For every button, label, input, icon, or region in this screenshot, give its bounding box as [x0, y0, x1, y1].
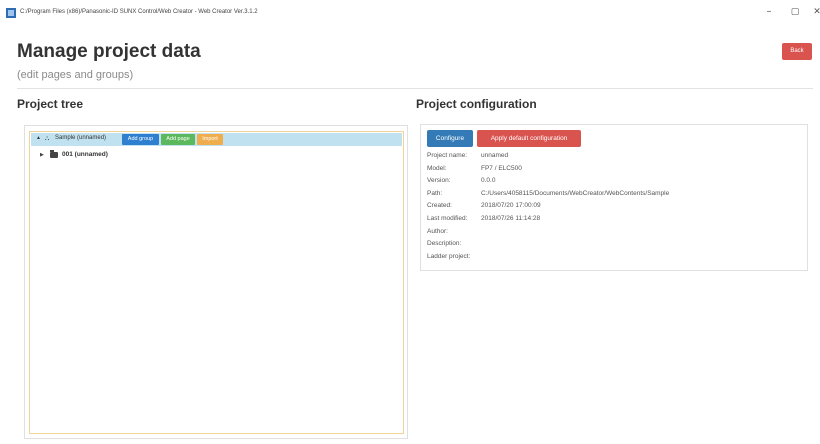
info-key: Author:	[427, 227, 448, 235]
page-subtitle: (edit pages and groups)	[17, 69, 134, 81]
project-configuration-panel: Configure Apply default configuration Pr…	[420, 124, 808, 271]
maximize-icon[interactable]: ▢	[786, 4, 804, 20]
header-divider	[17, 88, 813, 89]
window-titlebar: C:/Program Files (x86)/Panasonic-ID SUNX…	[0, 0, 820, 26]
project-tree: ▲ ⛬ Sample (unnamed) Add group Add page …	[29, 131, 404, 434]
tree-root-node[interactable]: ▲ ⛬ Sample (unnamed) Add group Add page …	[31, 133, 402, 146]
info-key: Description:	[427, 240, 462, 248]
info-key: Model:	[427, 164, 447, 172]
info-value: 0.0.0	[481, 177, 496, 185]
tree-group-label[interactable]: 001 (unnamed)	[62, 151, 108, 158]
folder-icon	[50, 150, 58, 158]
project-configuration-title: Project configuration	[416, 97, 537, 111]
info-key: Project name:	[427, 152, 468, 159]
app-icon	[6, 8, 16, 18]
back-button[interactable]: Back	[782, 43, 812, 60]
sitemap-icon: ⛬	[45, 135, 50, 142]
add-page-button[interactable]: Add page	[161, 134, 195, 145]
info-key: Created:	[427, 202, 452, 210]
project-tree-panel: ▲ ⛬ Sample (unnamed) Add group Add page …	[24, 125, 408, 439]
configure-button[interactable]: Configure	[427, 130, 473, 147]
info-value: unnamed	[481, 152, 509, 159]
page-title: Manage project data	[17, 41, 201, 62]
info-key: Version:	[427, 177, 451, 185]
close-icon[interactable]: ✕	[808, 4, 820, 20]
info-key: Ladder project:	[427, 252, 471, 260]
expand-icon[interactable]: ▶	[40, 152, 44, 158]
window-title: C:/Program Files (x86)/Panasonic-ID SUNX…	[20, 9, 258, 15]
project-tree-title: Project tree	[17, 97, 84, 111]
apply-default-configuration-button[interactable]: Apply default configuration	[477, 130, 581, 147]
info-value: C:/Users/4058115/Documents/WebCreator/We…	[481, 189, 670, 197]
info-key: Last modified:	[427, 214, 468, 222]
import-button[interactable]: Import	[197, 134, 223, 145]
add-group-button[interactable]: Add group	[122, 134, 159, 145]
info-value: 2018/07/26 11:14:28	[481, 214, 541, 222]
info-value: FP7 / ELC500	[481, 164, 522, 172]
info-key: Path:	[427, 189, 443, 197]
tree-root-label[interactable]: Sample (unnamed)	[55, 135, 106, 141]
minimize-icon[interactable]: –	[760, 4, 778, 20]
info-value: 2018/07/20 17:00:09	[481, 202, 541, 210]
collapse-icon[interactable]: ▲	[36, 135, 41, 141]
